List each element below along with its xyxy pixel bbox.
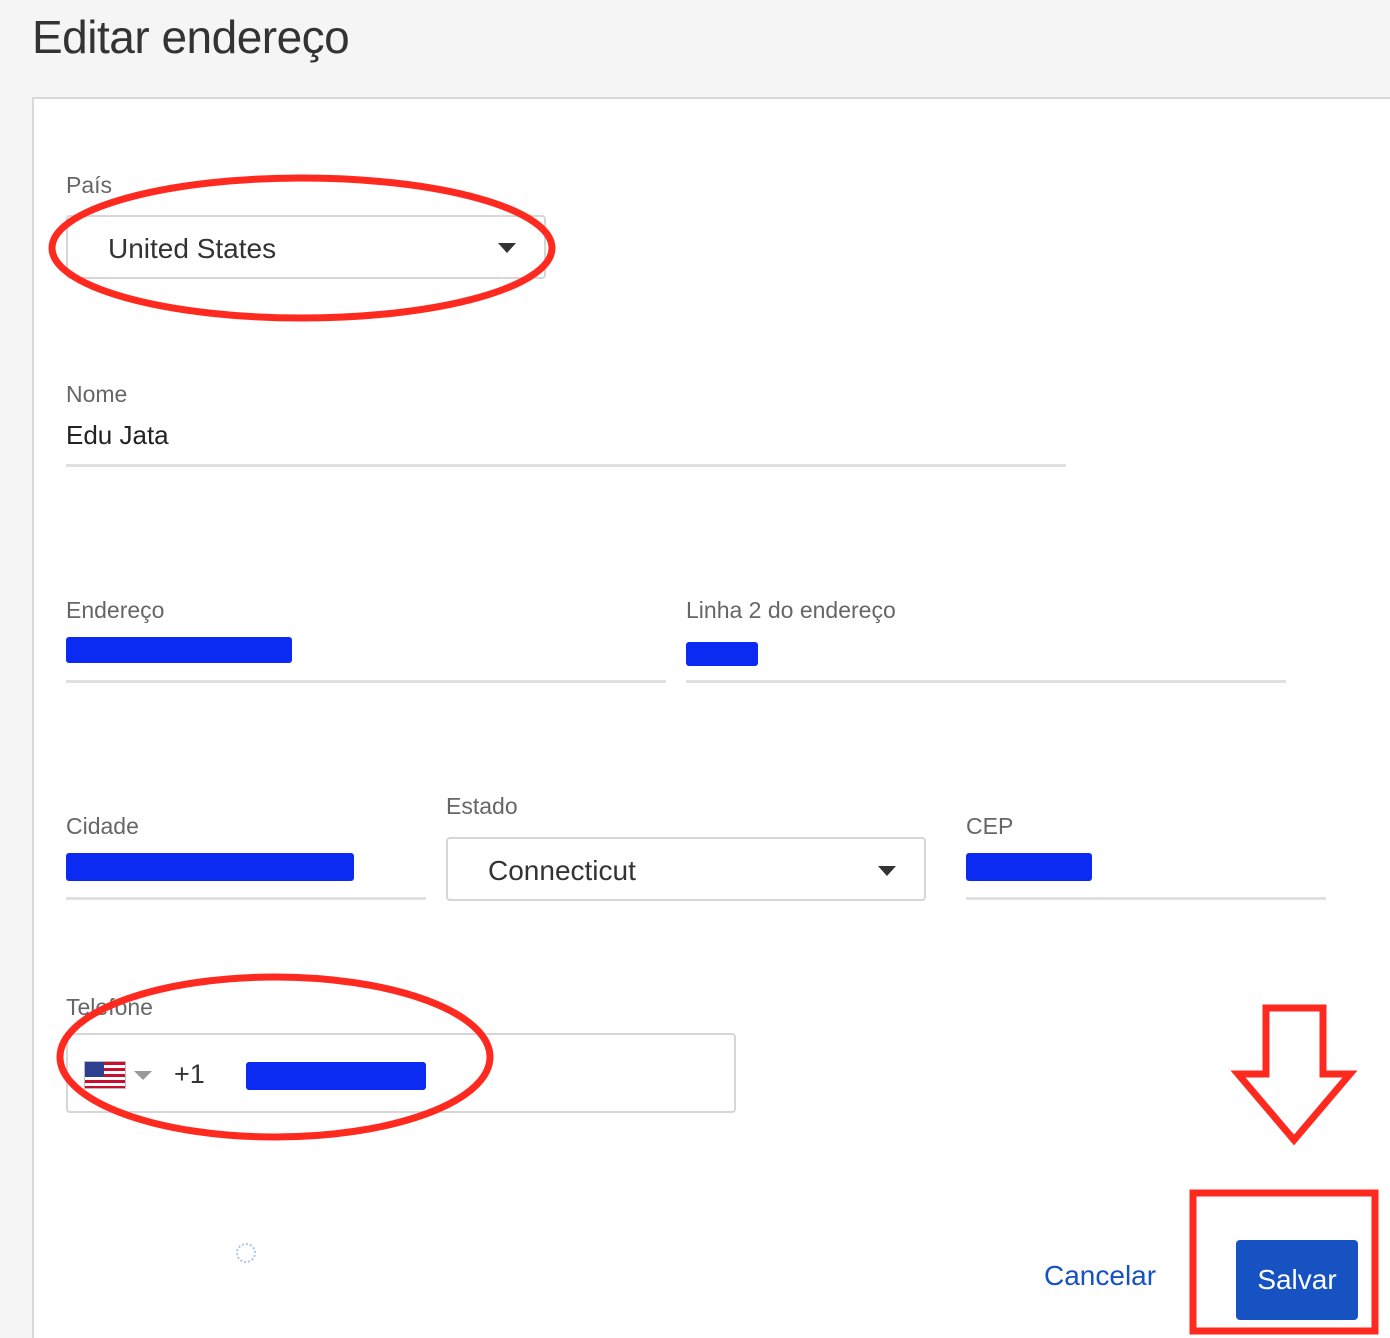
city-underline (66, 897, 426, 900)
name-label: Nome (66, 381, 128, 407)
address2-label: Linha 2 do endereço (686, 597, 896, 623)
zip-underline (966, 897, 1326, 900)
phone-label: Telefone (66, 994, 153, 1020)
address-label: Endereço (66, 597, 165, 623)
phone-dial-code: +1 (174, 1059, 205, 1089)
state-label: Estado (446, 793, 518, 819)
country-select[interactable]: United States (66, 215, 546, 279)
loading-spinner-icon (236, 1243, 256, 1263)
chevron-down-icon (498, 243, 516, 253)
phone-field[interactable]: +1 (66, 1033, 736, 1113)
address-form-card (32, 97, 1390, 1338)
address-underline (66, 680, 666, 683)
city-input-redacted[interactable] (66, 853, 354, 881)
address2-input-redacted[interactable] (686, 642, 758, 666)
zip-input-redacted[interactable] (966, 853, 1092, 881)
name-underline (66, 464, 1066, 467)
state-select-value: Connecticut (488, 855, 636, 886)
city-label: Cidade (66, 813, 139, 839)
address2-underline (686, 680, 1286, 683)
country-label: País (66, 172, 113, 198)
address-input-redacted[interactable] (66, 637, 292, 663)
page-title: Editar endereço (32, 11, 350, 63)
chevron-down-icon[interactable] (134, 1071, 152, 1080)
cancel-button[interactable]: Cancelar (1044, 1260, 1156, 1292)
state-select[interactable]: Connecticut (446, 837, 926, 901)
zip-label: CEP (966, 813, 1014, 839)
name-input[interactable]: Edu Jata (66, 420, 169, 451)
phone-input-redacted[interactable] (246, 1062, 426, 1090)
country-select-value: United States (108, 233, 277, 264)
chevron-down-icon (878, 866, 896, 876)
us-flag-icon[interactable] (84, 1061, 126, 1089)
save-button[interactable]: Salvar (1236, 1240, 1358, 1320)
